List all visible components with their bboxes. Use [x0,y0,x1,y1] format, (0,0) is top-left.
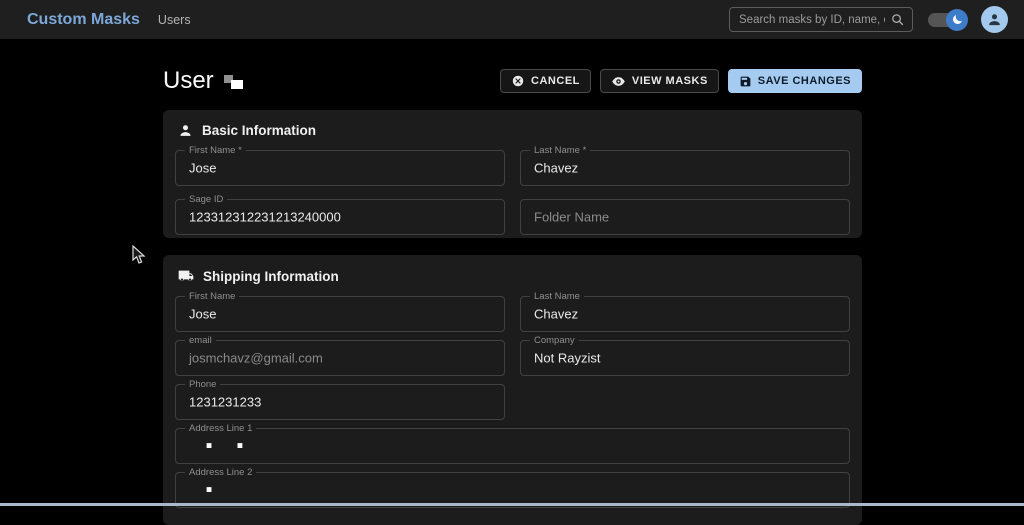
dark-mode-toggle[interactable] [928,9,966,31]
eye-icon [611,74,626,89]
phone-value: 1231231233 [189,395,261,410]
company-label: Company [530,335,579,346]
sage-id-field[interactable]: Sage ID 123312312231213240000 [175,199,505,235]
first-name-value: Jose [189,161,216,176]
toggle-thumb [946,9,968,31]
basic-information-fields: First Name * Jose Last Name * Chavez Sag… [175,150,850,235]
broken-image-icon [223,72,244,91]
first-name-label: First Name * [185,145,246,156]
shipping-information-card: Shipping Information First Name Jose Las… [163,255,862,525]
page-actions: CANCEL VIEW MASKS SAVE CHANGES [500,69,862,93]
sage-id-label: Sage ID [185,194,227,205]
company-field[interactable]: Company Not Rayzist [520,340,850,376]
mouse-cursor [132,245,146,265]
shipping-last-name-label: Last Name [530,291,584,302]
sage-id-value: 123312312231213240000 [189,210,341,225]
view-masks-button-label: VIEW MASKS [632,75,708,87]
address-line-1-value: ■ ■ [206,441,254,452]
basic-information-title-text: Basic Information [202,123,316,138]
shipping-information-fields: First Name Jose Last Name Chavez email j… [175,296,850,508]
company-value: Not Rayzist [534,351,600,366]
save-changes-button[interactable]: SAVE CHANGES [728,69,862,93]
save-changes-button-label: SAVE CHANGES [758,75,851,87]
shipping-last-name-value: Chavez [534,307,578,322]
phone-label: Phone [185,379,220,390]
search-icon[interactable] [890,12,905,27]
save-icon [739,75,752,88]
first-name-field[interactable]: First Name * Jose [175,150,505,186]
last-name-label: Last Name * [530,145,590,156]
email-value: josmchavz@gmail.com [189,351,323,366]
folder-name-label: Folder Name [534,212,609,223]
shipping-first-name-field[interactable]: First Name Jose [175,296,505,332]
view-masks-button[interactable]: VIEW MASKS [600,69,719,93]
address-line-1-label: Address Line 1 [185,423,256,434]
cancel-button[interactable]: CANCEL [500,69,591,93]
last-name-field[interactable]: Last Name * Chavez [520,150,850,186]
last-name-value: Chavez [534,161,578,176]
person-section-icon [178,123,193,138]
cancel-button-label: CANCEL [531,75,580,87]
basic-information-card: Basic Information First Name * Jose Last… [163,110,862,238]
search-box[interactable] [729,7,913,32]
folder-name-field[interactable]: Folder Name [520,199,850,235]
email-field[interactable]: email josmchavz@gmail.com [175,340,505,376]
shipping-information-title: Shipping Information [178,268,850,284]
shipping-first-name-value: Jose [189,307,216,322]
page-title: User [163,67,244,95]
basic-information-title: Basic Information [178,123,850,138]
top-navbar: Custom Masks Users [0,0,1024,39]
shipping-information-title-text: Shipping Information [203,269,339,284]
email-label: email [185,335,216,346]
nav-users-link[interactable]: Users [158,13,191,27]
phone-field[interactable]: Phone 1231231233 [175,384,505,420]
navbar-right-group [729,6,1008,33]
address-line-1-field[interactable]: Address Line 1 ■ ■ [175,428,850,464]
cancel-icon [511,74,525,88]
person-icon [986,11,1003,28]
page-title-text: User [163,67,214,95]
address-line-2-label: Address Line 2 [185,467,256,478]
page-header: User CANCEL [163,64,862,98]
shipping-first-name-label: First Name [185,291,239,302]
address-line-2-value: ■ [206,485,223,496]
app-title: Custom Masks [27,11,140,29]
search-input[interactable] [739,14,885,26]
truck-icon [178,268,194,284]
moon-icon [951,13,964,26]
account-avatar-button[interactable] [981,6,1008,33]
shipping-last-name-field[interactable]: Last Name Chavez [520,296,850,332]
